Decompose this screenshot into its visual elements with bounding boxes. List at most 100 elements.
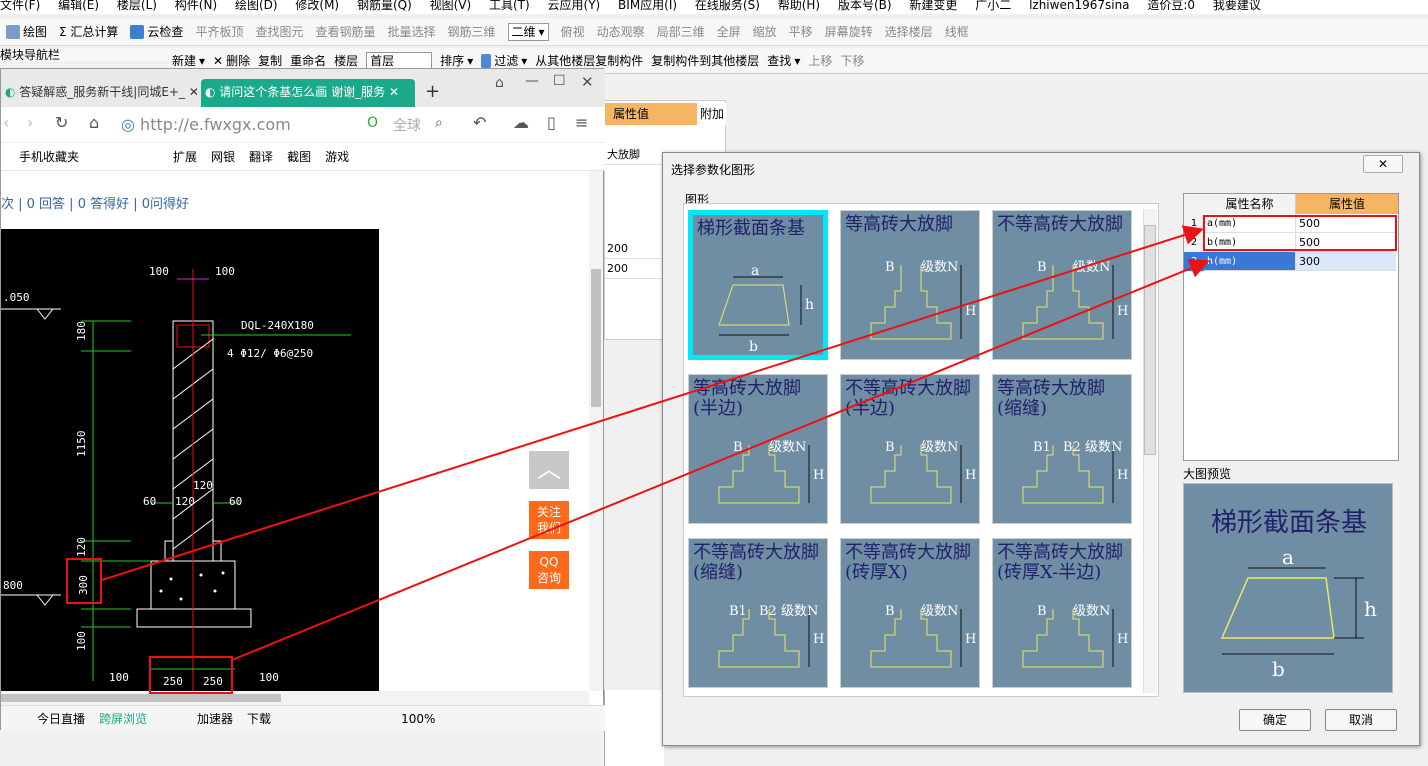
rotate-button[interactable]: 屏幕旋转 [825, 23, 873, 40]
cloud-check-button[interactable]: 云检查 [130, 23, 183, 40]
search-input[interactable]: 全球 [393, 115, 421, 135]
undo-icon[interactable]: ↶ [473, 113, 486, 132]
bookmark-mobile[interactable]: 手机收藏夹 [19, 148, 79, 165]
rename-button[interactable]: 重命名 [290, 52, 326, 69]
find-button[interactable]: 查找 ▾ [767, 52, 800, 69]
menu-file[interactable]: 文件(F) [0, 0, 40, 12]
forward-icon[interactable]: › [27, 113, 33, 132]
menu-online[interactable]: 在线服务(S) [695, 0, 760, 12]
search-engine-icon[interactable]: O [367, 115, 378, 131]
find-element-button[interactable]: 查找图元 [255, 23, 303, 40]
copy-from-floor-button[interactable]: 从其他楼层复制构件 [535, 52, 643, 69]
download-button[interactable]: 下载 [247, 710, 271, 727]
cross-screen-button[interactable]: 跨屏浏览 [99, 710, 147, 727]
copy-button[interactable]: 复制 [258, 52, 282, 69]
browser-vscroll[interactable] [589, 171, 603, 691]
align-slab-button[interactable]: 平齐板顶 [195, 23, 243, 40]
menu-version[interactable]: 版本号(B) [838, 0, 892, 12]
reload-icon[interactable]: ↻ [55, 113, 68, 132]
move-down-button[interactable]: 下移 [840, 52, 864, 69]
shape-option[interactable]: B1 B2 级数N H 不等高砖大放脚(缩缝) [688, 538, 828, 688]
zoom-button[interactable]: 缩放 [753, 23, 777, 40]
cancel-button[interactable]: 取消 [1325, 709, 1397, 731]
menu-tools[interactable]: 工具(T) [489, 0, 530, 12]
browser-tab-active[interactable]: ◐ 请问这个条基怎么画 谢谢_服务 ✕ [201, 79, 415, 107]
home-icon[interactable]: ⌂ [89, 113, 99, 132]
close-icon[interactable]: ✕ [189, 85, 197, 99]
back-to-top-button[interactable]: ︿ [529, 451, 569, 489]
shape-option[interactable]: B1 B2 级数N H 等高砖大放脚(缩缝) [992, 374, 1132, 524]
user-name[interactable]: lzhiwen1967sina [1029, 0, 1129, 12]
copy-to-floor-button[interactable]: 复制构件到其他楼层 [651, 52, 759, 69]
minimize-icon[interactable]: — [525, 73, 539, 89]
ok-button[interactable]: 确定 [1239, 709, 1311, 731]
sort-button[interactable]: 排序 ▾ [440, 52, 473, 69]
shape-option[interactable]: B 级数N H 等高砖大放脚(半边) [688, 374, 828, 524]
shape-option[interactable]: a b h 梯形截面条基 [688, 210, 828, 360]
menu-view[interactable]: 视图(V) [430, 0, 472, 12]
qq-consult-button[interactable]: QQ 咨询 [529, 551, 569, 589]
bookmark-translate[interactable]: 翻译 [249, 148, 273, 165]
menu-modify[interactable]: 修改(M) [295, 0, 339, 12]
maximize-icon[interactable]: ☐ [553, 73, 566, 89]
bookmark-screenshot[interactable]: 截图 [287, 148, 311, 165]
dialog-close-button[interactable]: ✕ [1363, 155, 1403, 173]
rebar-3d-button[interactable]: 钢筋三维 [448, 23, 496, 40]
fullscreen-button[interactable]: 全屏 [717, 23, 741, 40]
browser-tab[interactable]: ◐ 答疑解惑_服务新干线|同城E+_ ✕ [1, 79, 197, 107]
select-floor-button[interactable]: 选择楼层 [885, 23, 933, 40]
shape-list-scroll-thumb[interactable] [1144, 225, 1156, 455]
browser-hscroll-thumb[interactable] [1, 694, 281, 702]
close-window-icon[interactable]: ✕ [581, 73, 594, 91]
shape-option[interactable]: B 级数N H 不等高砖大放脚(半边) [840, 374, 980, 524]
menu-component[interactable]: 构件(N) [175, 0, 217, 12]
phone-icon[interactable]: ▯ [547, 113, 556, 132]
param-value[interactable]: 300 [1296, 252, 1396, 271]
shape-option[interactable]: B 级数N H 不等高砖大放脚(砖厚X-半边) [992, 538, 1132, 688]
menu-icon[interactable]: ≡ [575, 113, 588, 132]
bookmark-games[interactable]: 游戏 [325, 148, 349, 165]
cloud-icon[interactable]: ☁ [513, 113, 529, 132]
live-button[interactable]: 今日直播 [37, 710, 85, 727]
menu-bim[interactable]: BIM应用(I) [618, 0, 677, 12]
orbit-button[interactable]: 动态观察 [597, 23, 645, 40]
shape-option[interactable]: B 级数N H 不等高砖大放脚 [992, 210, 1132, 360]
close-icon[interactable]: ✕ [389, 85, 399, 99]
draw-button[interactable]: 绘图 [6, 23, 47, 40]
search-icon[interactable]: ⌕ [435, 115, 443, 131]
new-tab-icon[interactable]: + [425, 81, 440, 102]
skin-icon[interactable]: ⌂ [495, 75, 504, 91]
view-rebar-button[interactable]: 查看钢筋量 [315, 23, 375, 40]
menu-edit[interactable]: 编辑(E) [58, 0, 99, 12]
pan-button[interactable]: 平移 [789, 23, 813, 40]
browser-vscroll-thumb[interactable] [591, 269, 601, 407]
shape-option[interactable]: B 级数N H 不等高砖大放脚(砖厚X) [840, 538, 980, 688]
param-value[interactable]: 500 [1296, 233, 1396, 252]
bookmark-extensions[interactable]: 扩展 [173, 148, 197, 165]
summary-calc-button[interactable]: Σ 汇总计算 [59, 23, 118, 40]
shape-option[interactable]: B 级数N H 等高砖大放脚 [840, 210, 980, 360]
bookmark-bank[interactable]: 网银 [211, 148, 235, 165]
back-icon[interactable]: ‹ [3, 113, 9, 132]
menu-rebar[interactable]: 钢筋量(Q) [357, 0, 412, 12]
menu-draw[interactable]: 绘图(D) [235, 0, 278, 12]
local-3d-button[interactable]: 局部三维 [657, 23, 705, 40]
wireframe-button[interactable]: 线框 [945, 23, 969, 40]
new-button[interactable]: 新建 ▾ [172, 52, 205, 69]
menu-floor[interactable]: 楼层(L) [117, 0, 157, 12]
menu-new-change[interactable]: 新建变更 [909, 0, 957, 12]
floor-select[interactable]: 首层 [366, 51, 433, 70]
filter-button[interactable]: 过滤 ▾ [481, 52, 527, 69]
delete-button[interactable]: ✕ 删除 [213, 52, 250, 69]
menu-cloud[interactable]: 云应用(Y) [548, 0, 601, 12]
zoom-level[interactable]: 100% [401, 712, 435, 726]
param-value[interactable]: 500 [1296, 214, 1396, 233]
menu-help[interactable]: 帮助(H) [778, 0, 820, 12]
move-up-button[interactable]: 上移 [808, 52, 832, 69]
batch-select-button[interactable]: 批量选择 [387, 23, 435, 40]
view-mode-select[interactable]: 二维 ▾ [507, 22, 549, 41]
follow-us-button[interactable]: 关注 我们 [529, 501, 569, 539]
top-view-button[interactable]: 俯视 [561, 23, 585, 40]
accelerator-button[interactable]: 加速器 [197, 710, 233, 727]
suggest-link[interactable]: 我要建议 [1213, 0, 1261, 12]
